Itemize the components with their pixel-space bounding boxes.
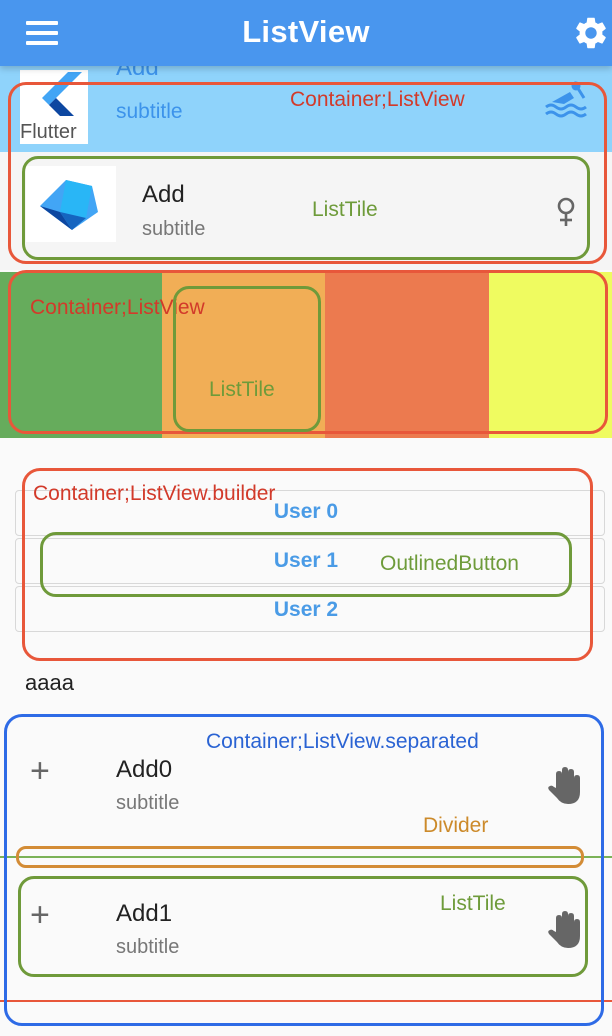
page-title: ListView xyxy=(242,14,370,49)
annotation-listtile-separated: ListTile xyxy=(440,892,506,915)
annotation-container-listview-builder: Container;ListView.builder xyxy=(33,482,276,505)
list-item-title: Add xyxy=(116,66,159,81)
gear-icon[interactable] xyxy=(572,14,610,52)
annotation-listtile-horizontal: ListTile xyxy=(209,378,275,401)
app-bar: ListView xyxy=(0,0,612,66)
static-text: aaaa xyxy=(25,670,74,695)
annotation-container-listview-separated: Container;ListView.separated xyxy=(206,730,479,753)
container-listview-separated-outline xyxy=(4,714,604,1026)
listtile-outline xyxy=(22,156,590,260)
listtile-horizontal-outline xyxy=(173,286,321,432)
annotation-listtile: ListTile xyxy=(312,198,378,221)
annotation-divider: Divider xyxy=(423,814,489,837)
divider-outline xyxy=(16,846,584,868)
annotation-outlinedbutton: OutlinedButton xyxy=(380,552,519,575)
annotation-container-listview: Container;ListView xyxy=(290,88,465,111)
